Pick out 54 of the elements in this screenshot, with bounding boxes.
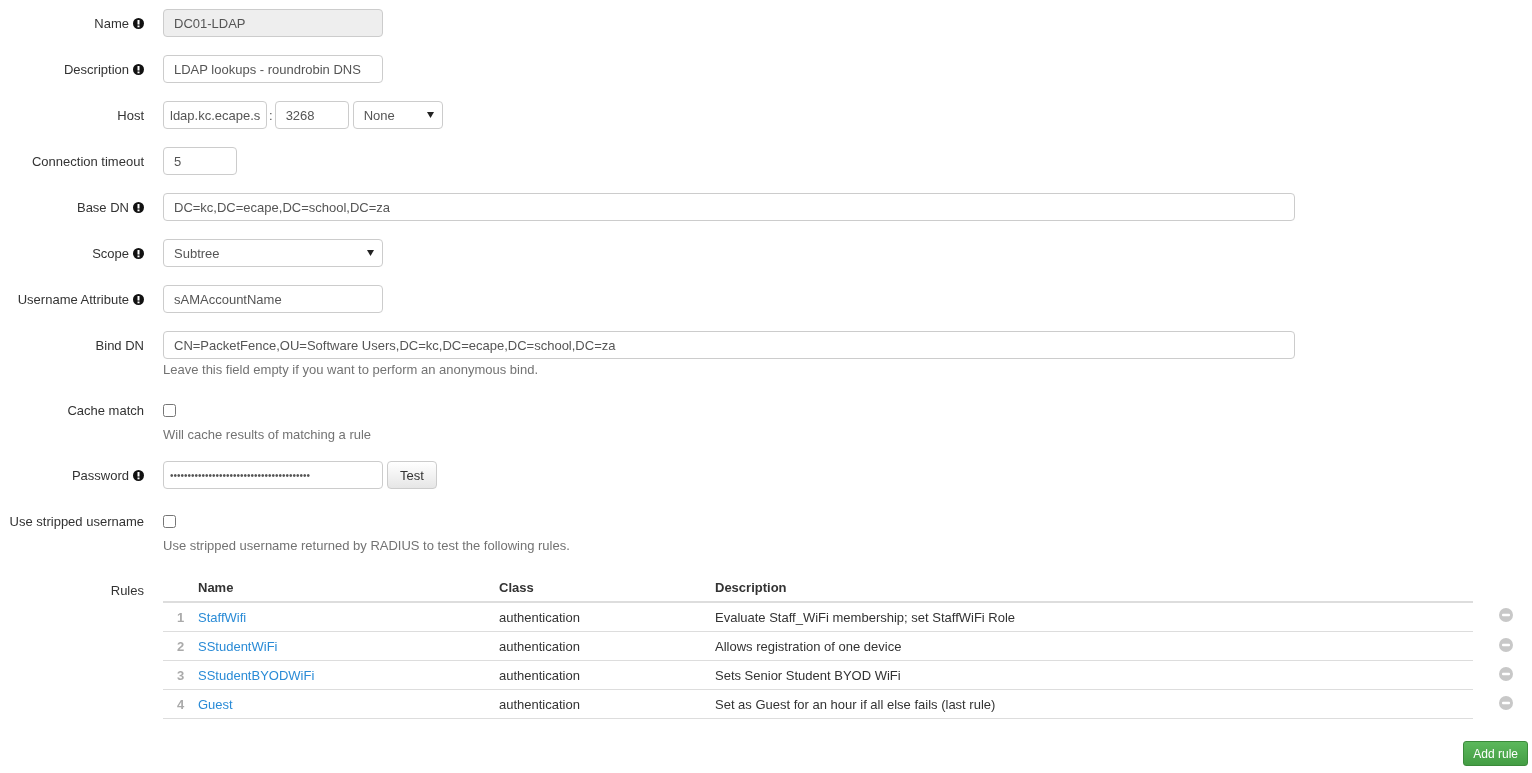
field-label: Use stripped username [9,513,144,529]
table-cell: authentication [499,689,715,719]
field-label: Host [117,107,144,123]
caret-icon [426,112,434,118]
row-number: 4 [175,696,186,712]
help-text: Will cache results of matching a rule [163,426,373,443]
rule-link[interactable]: Guest [198,696,233,712]
number-field[interactable]: 5 [163,147,237,175]
field-label: Connection timeout [32,153,144,169]
rule-link[interactable]: StaffWifi [198,609,247,625]
field-label: Password [71,467,129,483]
checkbox[interactable] [163,514,176,528]
remove-icon[interactable] [1499,608,1513,623]
text-field[interactable]: LDAP lookups - roundrobin DNS [163,55,383,83]
field-label: Name [94,15,129,31]
port-field[interactable]: 3268 [274,101,349,129]
table-cell: authentication [499,660,715,690]
field-label: Base DN [76,199,129,215]
table-cell: Evaluate Staff_WiFi membership; set StaffWiFi Role [715,602,1473,632]
field-label: Rules [110,582,144,598]
row-number: 3 [175,667,186,683]
table-cell: Sets Senior Student BYOD WiFi [715,660,1473,690]
table-cell: authentication [499,602,715,632]
row-number: 1 [175,609,186,625]
column-header: Name [198,572,499,602]
table-cell: Allows registration of one device [715,631,1473,661]
caret-icon [367,250,374,256]
rule-link[interactable]: SStudentWiFi [198,638,278,654]
column-header: Description [715,572,1473,602]
encryption-select[interactable]: None [352,101,443,129]
help-text: Use stripped username returned by RADIUS to test the following rules. [163,537,571,554]
remove-icon[interactable] [1499,695,1513,710]
password-field[interactable]: •••••••••••••••••••••••••••••••••••••••• [163,461,383,489]
help-text: Leave this field empty if you want to perform an anonymous bind. [163,361,540,378]
field-label: Description [63,61,129,77]
field-label: Cache match [67,402,144,418]
table-cell: authentication [499,631,715,661]
scope-select[interactable]: Subtree [163,239,383,267]
rule-link[interactable]: SStudentBYODWiFi [198,667,315,683]
checkbox[interactable] [163,403,176,417]
separator: : [269,107,273,123]
field-label: Username Attribute [17,291,129,307]
field-label: Scope [92,245,129,261]
text-field[interactable]: CN=PacketFence,OU=Software Users,DC=kc,DC=ecape,DC=school,DC=za [163,331,1295,359]
table-cell: Set as Guest for an hour if all else fails (last rule) [715,689,1473,719]
remove-icon[interactable] [1499,666,1513,681]
column-header: Class [499,572,715,602]
host-field[interactable]: ldap.kc.ecape.s [163,101,267,129]
text-field[interactable]: sAMAccountName [163,285,383,313]
field-label: Bind DN [95,337,144,353]
text-field[interactable]: DC=kc,DC=ecape,DC=school,DC=za [163,193,1295,221]
row-number: 2 [175,638,186,654]
test-button[interactable]: Test [387,461,437,489]
remove-icon[interactable] [1499,637,1513,652]
